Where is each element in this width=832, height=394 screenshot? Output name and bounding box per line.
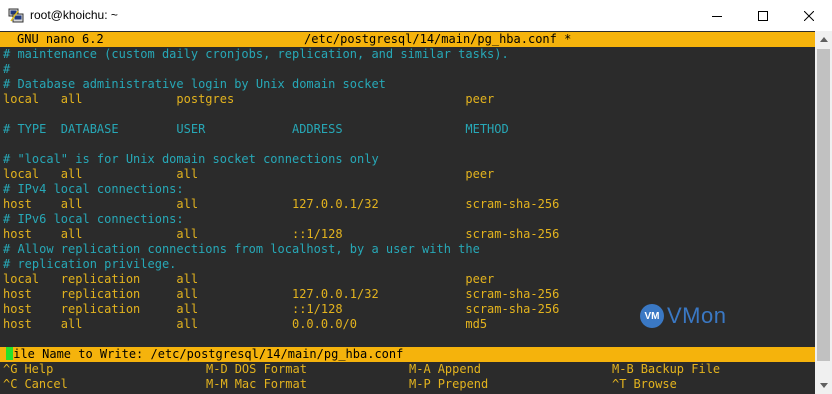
shortcut-cancel[interactable]: ^C Cancel <box>3 377 68 392</box>
maximize-icon <box>758 10 768 21</box>
shortcut-prepend[interactable]: M-P Prepend <box>409 377 488 392</box>
shortcut-label: Append <box>437 362 482 376</box>
comment-line[interactable]: # TYPE DATABASE USER ADDRESS METHOD <box>3 122 509 137</box>
vmon-watermark: VM VMon <box>640 303 726 329</box>
nano-file-path: /etc/postgresql/14/main/pg_hba.conf * <box>304 32 572 46</box>
config-line[interactable]: host all all ::1/128 scram-sha-256 <box>3 227 559 242</box>
scroll-up-button[interactable] <box>815 31 832 48</box>
shortcut-key: M-B <box>612 362 634 376</box>
vmon-logo-text: VMon <box>667 303 727 328</box>
minimize-icon <box>712 15 722 17</box>
comment-line[interactable]: # Allow replication connections from loc… <box>3 242 480 257</box>
scroll-down-button[interactable] <box>815 377 832 394</box>
shortcut-append[interactable]: M-A Append <box>409 362 481 377</box>
title-bar: root@khoichu: ~ <box>0 0 832 31</box>
shortcut-label: Help <box>24 362 54 376</box>
shortcut-key: ^T <box>612 377 627 391</box>
shortcut-backup-file[interactable]: M-B Backup File <box>612 362 720 377</box>
shortcut-mac-format[interactable]: M-M Mac Format <box>206 377 307 392</box>
nano-version: GNU nano 6.2 <box>17 32 104 46</box>
config-line[interactable]: host replication all 127.0.0.1/32 scram-… <box>3 287 559 302</box>
window-title: root@khoichu: ~ <box>30 8 118 22</box>
shortcut-key: ^G <box>3 362 18 376</box>
putty-icon[interactable] <box>8 7 24 23</box>
config-line[interactable]: local all postgres peer <box>3 92 494 107</box>
config-line[interactable]: host all all 0.0.0.0/0 md5 <box>3 317 487 332</box>
text-cursor <box>6 347 13 360</box>
config-line[interactable]: host all all 127.0.0.1/32 scram-sha-256 <box>3 197 559 212</box>
comment-line[interactable]: # IPv4 local connections: <box>3 182 184 197</box>
arrow-up-icon <box>819 37 828 42</box>
comment-line[interactable]: # "local" is for Unix domain socket conn… <box>3 152 379 167</box>
filename-prompt[interactable]: File Name to Write: /etc/postgresql/14/m… <box>0 347 815 362</box>
shortcut-browse[interactable]: ^T Browse <box>612 377 677 392</box>
nano-header-bar: GNU nano 6.2 /etc/postgresql/14/main/pg_… <box>0 32 815 47</box>
shortcut-key: ^C <box>3 377 18 391</box>
minimize-button[interactable] <box>694 0 740 31</box>
maximize-button[interactable] <box>740 0 786 31</box>
comment-line[interactable]: # Database administrative login by Unix … <box>3 77 386 92</box>
shortcut-key: M-P <box>409 377 431 391</box>
close-button[interactable] <box>786 0 832 31</box>
config-line[interactable]: host replication all ::1/128 scram-sha-2… <box>3 302 559 317</box>
comment-line[interactable]: # replication privilege. <box>3 257 176 272</box>
vertical-scrollbar[interactable] <box>815 31 832 394</box>
comment-line[interactable]: # maintenance (custom daily cronjobs, re… <box>3 47 509 62</box>
shortcut-label: Browse <box>633 377 677 391</box>
shortcut-label: Prepend <box>437 377 489 391</box>
scrollbar-thumb[interactable] <box>817 49 830 361</box>
shortcut-key: M-D <box>206 362 228 376</box>
close-icon <box>804 10 814 21</box>
shortcut-label: DOS Format <box>234 362 307 376</box>
shortcut-dos-format[interactable]: M-D DOS Format <box>206 362 307 377</box>
shortcut-key: M-M <box>206 377 228 391</box>
shortcut-help[interactable]: ^G Help <box>3 362 53 377</box>
filename-prompt-text[interactable]: File Name to Write: /etc/postgresql/14/m… <box>6 347 403 362</box>
arrow-down-icon <box>819 383 828 388</box>
terminal-area[interactable]: GNU nano 6.2 /etc/postgresql/14/main/pg_… <box>0 31 815 394</box>
config-line[interactable]: local all all peer <box>3 167 494 182</box>
vmon-logo-badge: VM <box>640 304 664 328</box>
comment-line[interactable]: # IPv6 local connections: <box>3 212 184 227</box>
config-line[interactable]: local replication all peer <box>3 272 494 287</box>
comment-line[interactable]: # <box>3 62 10 77</box>
shortcut-label: Backup File <box>640 362 721 376</box>
shortcut-key: M-A <box>409 362 431 376</box>
shortcut-label: Mac Format <box>234 377 307 391</box>
shortcut-label: Cancel <box>24 377 68 391</box>
